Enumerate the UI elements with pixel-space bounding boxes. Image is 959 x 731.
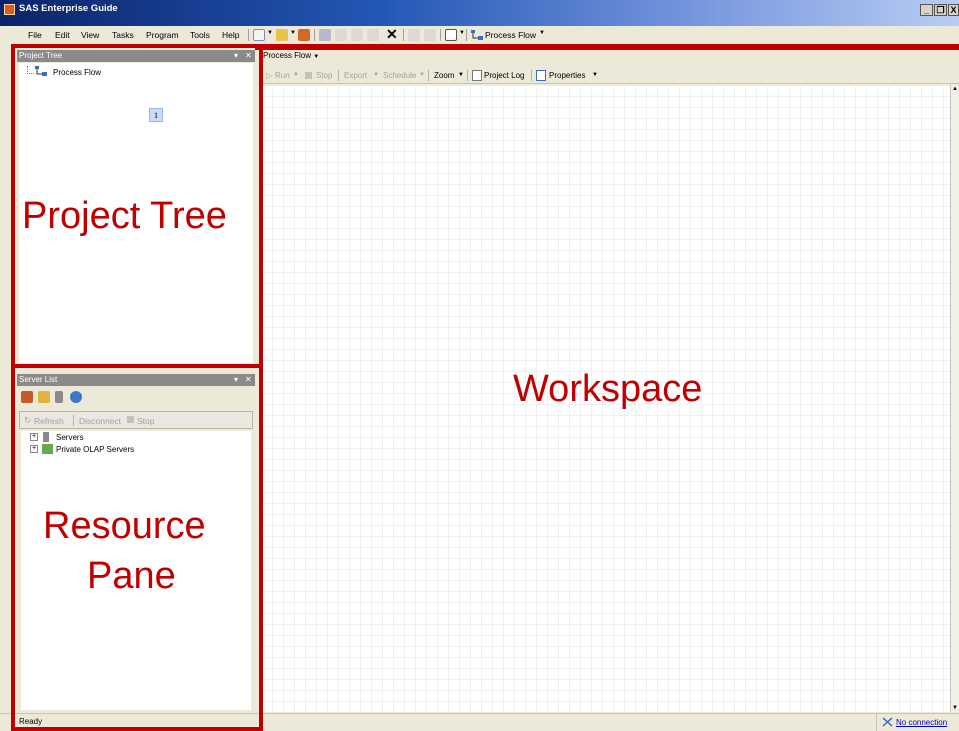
sas-app-icon — [4, 4, 15, 15]
scroll-down-icon[interactable]: ▼ — [952, 705, 958, 711]
window-layout-icon[interactable] — [445, 29, 457, 41]
toolbar-separator — [403, 29, 404, 41]
toolbar-separator — [467, 70, 468, 81]
toolbar-separator — [338, 70, 339, 81]
process-flow-icon — [470, 29, 484, 41]
project-log-icon — [472, 70, 482, 81]
workspace-tab-row — [259, 50, 959, 65]
close-button[interactable]: X — [948, 4, 959, 16]
menu-tasks[interactable]: Tasks — [112, 30, 134, 40]
cut-icon[interactable] — [335, 29, 347, 41]
disconnected-icon — [882, 717, 893, 727]
new-document-icon[interactable] — [253, 29, 265, 41]
workspace-annotation: Workspace — [513, 368, 703, 410]
menu-view[interactable]: View — [81, 30, 99, 40]
export-button[interactable]: Export — [344, 71, 367, 80]
left-pane-divider-annotation — [11, 364, 263, 368]
toolbar-separator — [428, 70, 429, 81]
vertical-scrollbar[interactable]: ▲ ▼ — [950, 85, 959, 712]
chevron-down-icon[interactable]: ▼ — [290, 30, 296, 36]
chevron-down-icon[interactable]: ▼ — [373, 72, 379, 78]
workspace-annotation-frame — [255, 44, 959, 50]
chevron-down-icon[interactable]: ▼ — [539, 30, 545, 36]
chevron-down-icon[interactable]: ▼ — [267, 30, 273, 36]
toolbar-separator — [314, 29, 315, 41]
status-divider — [876, 714, 877, 731]
title-bar — [0, 0, 959, 26]
add-data-icon[interactable] — [298, 29, 310, 41]
menu-program[interactable]: Program — [146, 30, 179, 40]
redo-icon[interactable] — [424, 29, 436, 41]
stop-icon — [305, 72, 312, 79]
window-title: SAS Enterprise Guide — [19, 3, 118, 14]
scroll-up-icon[interactable]: ▲ — [952, 86, 958, 92]
chevron-down-icon[interactable]: ▼ — [313, 54, 319, 60]
workspace-tab-process-flow[interactable]: Process Flow ▼ — [263, 51, 319, 60]
stop-button[interactable]: Stop — [316, 71, 332, 80]
zoom-button[interactable]: Zoom — [434, 71, 454, 80]
menu-edit[interactable]: Edit — [55, 30, 70, 40]
connection-status-link[interactable]: No connection — [896, 718, 947, 727]
left-pane-annotation-frame — [11, 44, 263, 731]
menu-tools[interactable]: Tools — [190, 30, 210, 40]
undo-icon[interactable] — [408, 29, 420, 41]
process-flow-selector[interactable]: Process Flow — [485, 30, 536, 40]
restore-button[interactable]: ❐ — [934, 4, 947, 16]
chevron-down-icon[interactable]: ▼ — [293, 72, 299, 78]
toolbar-separator — [440, 29, 441, 41]
project-log-button[interactable]: Project Log — [484, 71, 524, 80]
properties-icon — [536, 70, 546, 81]
chevron-down-icon[interactable]: ▼ — [459, 30, 465, 36]
toolbar-separator — [248, 29, 249, 41]
toolbar-separator — [531, 70, 532, 81]
toolbar-separator — [466, 29, 467, 41]
run-icon: ▷ — [266, 71, 273, 80]
delete-icon[interactable]: ✕ — [386, 26, 398, 43]
workspace-tab-label: Process Flow — [263, 51, 312, 60]
chevron-down-icon[interactable]: ▼ — [458, 72, 464, 78]
copy-icon[interactable] — [351, 29, 363, 41]
menu-help[interactable]: Help — [222, 30, 239, 40]
schedule-button[interactable]: Schedule — [383, 71, 416, 80]
chevron-down-icon[interactable]: ▼ — [419, 72, 425, 78]
chevron-down-icon[interactable]: ▼ — [592, 72, 598, 78]
print-icon[interactable] — [319, 29, 331, 41]
run-button[interactable]: Run — [275, 71, 290, 80]
minimize-button[interactable]: _ — [920, 4, 933, 16]
paste-icon[interactable] — [367, 29, 379, 41]
properties-button[interactable]: Properties — [549, 71, 585, 80]
open-folder-icon[interactable] — [276, 29, 288, 41]
menu-bar: File Edit View Tasks Program Tools Help … — [0, 26, 959, 44]
menu-file[interactable]: File — [28, 30, 42, 40]
